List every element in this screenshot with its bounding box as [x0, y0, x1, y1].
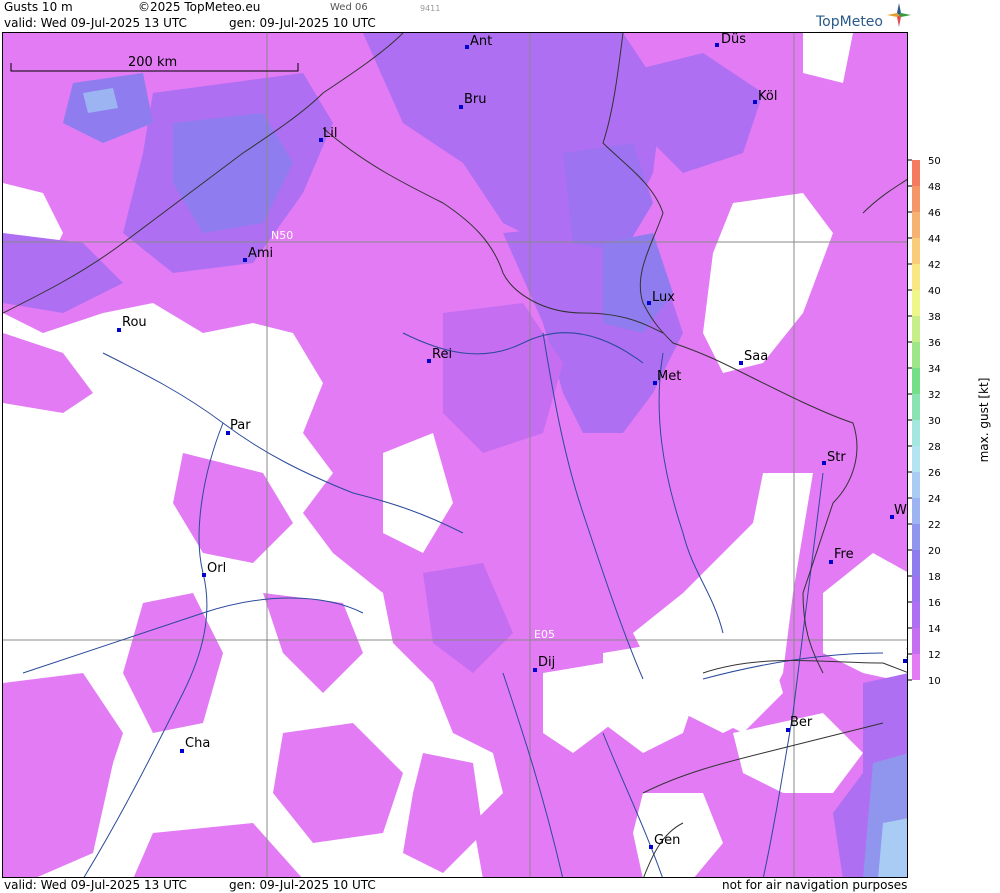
city-saarbrucken[interactable]: Saa — [739, 349, 768, 365]
map-footer: valid: Wed 09-Jul-2025 13 UTC gen: 09-Ju… — [0, 878, 1000, 893]
legend-swatch — [912, 394, 920, 420]
city-antwerp[interactable]: Ant — [465, 34, 492, 49]
svg-text:Ant: Ant — [470, 34, 492, 49]
svg-text:Str: Str — [827, 450, 846, 465]
legend-tick-label: 42 — [928, 260, 941, 271]
legend-tick-label: 38 — [928, 312, 941, 323]
gust-map[interactable]: N50 E00 E05 200 km Ant Düs Köl Bru Lil A… — [2, 32, 908, 878]
svg-text:Orl: Orl — [207, 561, 226, 576]
legend-tick-label: 10 — [928, 676, 941, 687]
city-amiens[interactable]: Ami — [243, 246, 273, 262]
city-paris[interactable]: Par — [226, 418, 251, 435]
svg-text:Lil: Lil — [323, 126, 337, 141]
city-metz[interactable]: Met — [653, 369, 681, 385]
legend-swatch — [912, 446, 920, 472]
city-geneva[interactable]: Gen — [649, 833, 680, 849]
city-rouen[interactable]: Rou — [117, 315, 147, 332]
legend-tick-label: 28 — [928, 442, 941, 453]
legend-swatch — [912, 264, 920, 290]
legend-swatch — [912, 524, 920, 550]
svg-text:Fre: Fre — [834, 547, 854, 562]
legend-swatch — [912, 186, 920, 212]
run-code: 9411 — [420, 4, 441, 13]
legend-swatch — [912, 368, 920, 394]
city-luxembourg[interactable]: Lux — [647, 290, 675, 305]
footer-generated-time: gen: 09-Jul-2025 10 UTC — [229, 878, 376, 892]
legend-tick-label: 36 — [928, 338, 941, 349]
city-bern[interactable]: Ber — [786, 715, 813, 732]
run-day: Wed 06 — [330, 2, 368, 13]
svg-text:Ami: Ami — [248, 246, 273, 261]
svg-text:Cha: Cha — [185, 736, 210, 751]
legend-tick-label: 40 — [928, 286, 941, 297]
svg-text:Rou: Rou — [122, 315, 147, 330]
svg-text:Ber: Ber — [790, 715, 813, 730]
legend-swatch — [912, 342, 920, 368]
grid-label-lat: N50 — [271, 229, 293, 242]
legend-swatch — [912, 212, 920, 238]
svg-text:Saa: Saa — [744, 349, 768, 364]
legend-tick-label: 24 — [928, 494, 941, 505]
legend-tick-label: 34 — [928, 364, 941, 375]
legend-swatch — [912, 160, 920, 186]
legend-tick-label: 30 — [928, 416, 941, 427]
svg-text:Rei: Rei — [432, 347, 452, 362]
legend-swatch — [912, 472, 920, 498]
legend-tick-label: 44 — [928, 234, 941, 245]
footer-disclaimer: not for air navigation purposes — [722, 878, 908, 892]
legend-title: max. gust [kt] — [977, 378, 991, 463]
city-chalon[interactable]: Cha — [180, 736, 210, 753]
legend-tick-label: 22 — [928, 520, 941, 531]
svg-text:Met: Met — [657, 369, 681, 384]
svg-text:Lux: Lux — [652, 290, 675, 305]
legend-swatch — [912, 628, 920, 654]
legend-tick-label: 20 — [928, 546, 941, 557]
legend-tick-label: 18 — [928, 572, 941, 583]
grid-label-lon2: E05 — [534, 628, 555, 641]
grid-label-lon1: E00 — [7, 628, 28, 641]
svg-text:Wü: Wü — [894, 503, 908, 518]
map-header: Gusts 10 m ©2025 TopMeteo.eu Wed 06 9411… — [0, 0, 1000, 32]
legend-tick-label: 48 — [928, 182, 941, 193]
legend-swatch — [912, 238, 920, 264]
svg-text:Dij: Dij — [538, 655, 555, 670]
legend-swatch — [912, 290, 920, 316]
legend-tick-label: 14 — [928, 624, 941, 635]
svg-text:Bru: Bru — [464, 92, 487, 107]
legend-swatch — [912, 316, 920, 342]
copyright: ©2025 TopMeteo.eu — [138, 0, 261, 14]
gust-legend: 50 48 46 44 42 40 38 36 34 32 30 28 26 24 22 20 18 16 14 12… — [908, 155, 1000, 695]
generated-time: gen: 09-Jul-2025 10 UTC — [229, 16, 376, 30]
city-brussels[interactable]: Bru — [459, 92, 487, 109]
legend-tick-label: 26 — [928, 468, 941, 479]
legend-swatch — [912, 602, 920, 628]
product-title: Gusts 10 m — [4, 0, 73, 14]
svg-text:Par: Par — [230, 418, 251, 433]
legend-tick-label: 16 — [928, 598, 941, 609]
legend-tick-label: 46 — [928, 208, 941, 219]
legend-tick-label: 32 — [928, 390, 941, 401]
legend-colorbar: 50 48 46 44 42 40 38 36 34 32 30 28 26 24 22 20 18 16 14 12… — [908, 156, 991, 687]
svg-text:Köl: Köl — [758, 89, 777, 104]
scale-bar-label: 200 km — [128, 55, 177, 70]
map-canvas: N50 E00 E05 200 km Ant Düs Köl Bru Lil A… — [3, 33, 908, 877]
compass-logo-icon — [887, 3, 911, 27]
legend-swatch — [912, 498, 920, 524]
footer-valid-time: valid: Wed 09-Jul-2025 13 UTC — [4, 878, 187, 892]
valid-time: valid: Wed 09-Jul-2025 13 UTC — [4, 16, 187, 30]
topmeteo-logo-text: TopMeteo — [816, 14, 883, 30]
legend-tick-label: 12 — [928, 650, 941, 661]
svg-text:Düs: Düs — [721, 33, 746, 47]
legend-swatch — [912, 550, 920, 576]
svg-text:Gen: Gen — [654, 833, 680, 848]
legend-swatch — [912, 576, 920, 602]
legend-swatch — [912, 420, 920, 446]
legend-swatch — [912, 654, 920, 680]
legend-tick-label: 50 — [928, 156, 941, 167]
